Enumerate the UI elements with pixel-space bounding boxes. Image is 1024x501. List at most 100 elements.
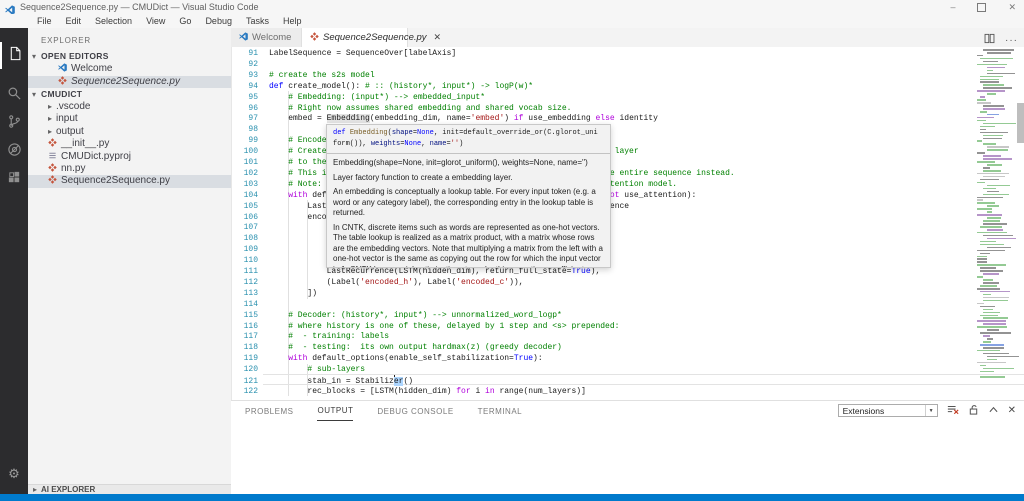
code-line-97[interactable]: 97 embed = Embedding(embedding_dim, name… bbox=[232, 113, 658, 124]
menu-go[interactable]: Go bbox=[172, 14, 198, 28]
line-number[interactable]: 93 bbox=[232, 70, 258, 81]
menu-edit[interactable]: Edit bbox=[59, 14, 89, 28]
clear-output-icon[interactable] bbox=[947, 404, 959, 417]
code-line-118[interactable]: 118 # - testing: its own output hardmax(… bbox=[232, 342, 562, 353]
code-editor[interactable]: 91LabelSequence = SequenceOver[labelAxis… bbox=[231, 47, 1024, 400]
tab-sequence2sequence-py[interactable]: Sequence2Sequence.py✕ bbox=[302, 28, 408, 47]
folder-section-header[interactable]: ▾CMUDICT bbox=[28, 88, 231, 101]
line-number[interactable]: 106 bbox=[232, 212, 258, 223]
code-line-122[interactable]: 122 rec_blocks = [LSTM(hidden_dim) for i… bbox=[232, 386, 586, 397]
menu-view[interactable]: View bbox=[139, 14, 172, 28]
maximize-button[interactable] bbox=[977, 3, 986, 12]
panel-tab-debug-console[interactable]: DEBUG CONSOLE bbox=[377, 402, 453, 421]
code-line-114[interactable]: 114 bbox=[232, 299, 269, 310]
line-number[interactable]: 99 bbox=[232, 135, 258, 146]
line-number[interactable]: 98 bbox=[232, 124, 258, 135]
line-number[interactable]: 119 bbox=[232, 353, 258, 364]
code-line-98[interactable]: 98 bbox=[232, 124, 269, 135]
code-line-119[interactable]: 119 with default_options(enable_self_sta… bbox=[232, 353, 543, 364]
tree-item[interactable]: Sequence2Sequence.py bbox=[28, 175, 251, 187]
line-number[interactable]: 115 bbox=[232, 310, 258, 321]
panel-tab-output[interactable]: OUTPUT bbox=[317, 401, 353, 421]
line-number[interactable]: 111 bbox=[232, 266, 258, 277]
code-line-95[interactable]: 95 # Embedding: (input*) --> embedded_in… bbox=[232, 92, 485, 103]
line-number[interactable]: 113 bbox=[232, 288, 258, 299]
line-number[interactable]: 118 bbox=[232, 342, 258, 353]
menu-bar: FileEditSelectionViewGoDebugTasksHelp bbox=[0, 14, 1024, 28]
extensions-activity-button[interactable] bbox=[0, 166, 28, 193]
settings-gear-icon[interactable]: ⚙ bbox=[0, 466, 28, 482]
close-panel-icon[interactable]: ✕ bbox=[1008, 406, 1016, 416]
line-number[interactable]: 103 bbox=[232, 179, 258, 190]
more-actions-icon[interactable]: ··· bbox=[1005, 35, 1018, 46]
code-line-115[interactable]: 115 # Decoder: (history*, input*) --> un… bbox=[232, 310, 562, 321]
code-line-112[interactable]: 112 (Label('encoded_h'), Label('encoded_… bbox=[232, 277, 523, 288]
menu-selection[interactable]: Selection bbox=[88, 14, 139, 28]
code-line-121[interactable]: 121 stab_in = Stabilizer() bbox=[232, 375, 413, 386]
line-number[interactable]: 107 bbox=[232, 222, 258, 233]
panel-tab-terminal[interactable]: TERMINAL bbox=[478, 402, 522, 421]
line-number[interactable]: 120 bbox=[232, 364, 258, 375]
line-number[interactable]: 97 bbox=[232, 113, 258, 124]
line-number[interactable]: 94 bbox=[232, 81, 258, 92]
open-editors-header[interactable]: ▾OPEN EDITORS bbox=[28, 50, 231, 63]
tab-welcome[interactable]: Welcome bbox=[231, 28, 302, 47]
close-tab-icon[interactable]: ✕ bbox=[434, 32, 442, 42]
tree-item[interactable]: CMUDict.pyproj bbox=[28, 151, 251, 163]
tree-item[interactable]: ▸.vscode bbox=[28, 101, 251, 113]
line-number[interactable]: 122 bbox=[232, 386, 258, 397]
line-number[interactable]: 112 bbox=[232, 277, 258, 288]
code-line-116[interactable]: 116 # where history is one of these, del… bbox=[232, 321, 619, 332]
close-button[interactable]: ✕ bbox=[1008, 3, 1016, 12]
menu-file[interactable]: File bbox=[30, 14, 59, 28]
unlock-icon[interactable] bbox=[968, 404, 979, 417]
output-channel-select[interactable]: Extensions ▼ bbox=[838, 404, 938, 417]
line-number[interactable]: 109 bbox=[232, 244, 258, 255]
minimap-line bbox=[977, 117, 994, 119]
code-line-92[interactable]: 92 bbox=[232, 59, 269, 70]
minimap-line bbox=[987, 164, 1002, 166]
debug-activity-button[interactable] bbox=[0, 138, 28, 165]
line-number[interactable]: 101 bbox=[232, 157, 258, 168]
line-number[interactable]: 114 bbox=[232, 299, 258, 310]
code-line-120[interactable]: 120 # sub-layers bbox=[232, 364, 365, 375]
explorer-activity-button[interactable] bbox=[0, 42, 28, 69]
tree-item[interactable]: ▸input bbox=[28, 113, 251, 125]
line-number[interactable]: 104 bbox=[232, 190, 258, 201]
line-number[interactable]: 108 bbox=[232, 233, 258, 244]
line-number[interactable]: 116 bbox=[232, 321, 258, 332]
source-control-activity-button[interactable] bbox=[0, 110, 28, 137]
code-line-117[interactable]: 117 # - training: labels bbox=[232, 331, 389, 342]
minimap-line bbox=[987, 70, 993, 72]
tree-item[interactable]: ▸output bbox=[28, 126, 251, 138]
line-number[interactable]: 91 bbox=[232, 48, 258, 59]
menu-tasks[interactable]: Tasks bbox=[239, 14, 276, 28]
open-editor-item[interactable]: Welcome bbox=[28, 63, 261, 75]
line-number[interactable]: 95 bbox=[232, 92, 258, 103]
line-number[interactable]: 102 bbox=[232, 168, 258, 179]
code-line-94[interactable]: 94def create_model(): # :: (history*, in… bbox=[232, 81, 533, 92]
minimap-line bbox=[977, 214, 1002, 216]
minimap[interactable] bbox=[976, 47, 1017, 400]
vertical-scrollbar-thumb[interactable] bbox=[1017, 103, 1024, 143]
search-activity-button[interactable] bbox=[0, 82, 28, 109]
open-editor-item[interactable]: Sequence2Sequence.py bbox=[28, 76, 261, 88]
code-line-91[interactable]: 91LabelSequence = SequenceOver[labelAxis… bbox=[232, 48, 456, 59]
line-number[interactable]: 92 bbox=[232, 59, 258, 70]
tree-item[interactable]: __init__.py bbox=[28, 138, 251, 150]
line-number[interactable]: 117 bbox=[232, 331, 258, 342]
line-number[interactable]: 105 bbox=[232, 201, 258, 212]
minimize-button[interactable]: – bbox=[950, 3, 955, 12]
maximize-panel-icon[interactable] bbox=[988, 405, 999, 416]
minimap-line bbox=[980, 371, 994, 373]
code-line-96[interactable]: 96 # Right now assumes shared embedding … bbox=[232, 103, 571, 114]
menu-help[interactable]: Help bbox=[276, 14, 309, 28]
code-line-113[interactable]: 113 ]) bbox=[232, 288, 317, 299]
code-line-93[interactable]: 93# create the s2s model bbox=[232, 70, 375, 81]
line-number[interactable]: 110 bbox=[232, 255, 258, 266]
panel-tab-problems[interactable]: PROBLEMS bbox=[245, 402, 293, 421]
line-number[interactable]: 96 bbox=[232, 103, 258, 114]
menu-debug[interactable]: Debug bbox=[198, 14, 239, 28]
tree-item[interactable]: nn.py bbox=[28, 163, 251, 175]
line-number[interactable]: 100 bbox=[232, 146, 258, 157]
